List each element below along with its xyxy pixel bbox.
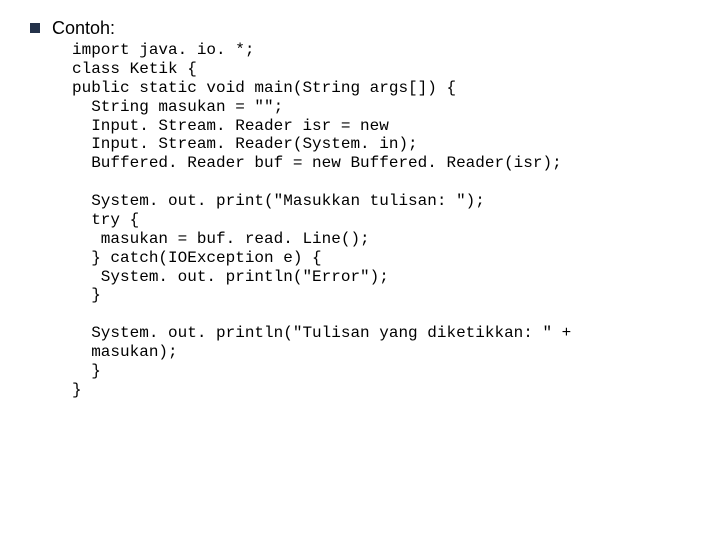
code-line: masukan = buf. read. Line(); [72,230,370,248]
slide-header: Contoh: [30,18,690,39]
code-line: System. out. print("Masukkan tulisan: ")… [72,192,485,210]
code-line: } [72,381,82,399]
code-line: public static void main(String args[]) { [72,79,456,97]
code-line: Input. Stream. Reader isr = new [72,117,389,135]
code-line: Buffered. Reader buf = new Buffered. Rea… [72,154,562,172]
code-line: masukan); [72,343,178,361]
bullet-icon [30,23,40,33]
code-line: } [72,362,101,380]
code-line: } catch(IOException e) { [72,249,322,267]
code-line: import java. io. *; [72,41,254,59]
code-line: String masukan = ""; [72,98,283,116]
code-line: System. out. println("Tulisan yang diket… [72,324,571,342]
code-line: class Ketik { [72,60,197,78]
code-block: import java. io. *; class Ketik { public… [72,41,690,400]
code-line: } [72,286,101,304]
code-line: try { [72,211,139,229]
code-line: System. out. println("Error"); [72,268,389,286]
slide-title: Contoh: [52,18,115,39]
code-line: Input. Stream. Reader(System. in); [72,135,418,153]
